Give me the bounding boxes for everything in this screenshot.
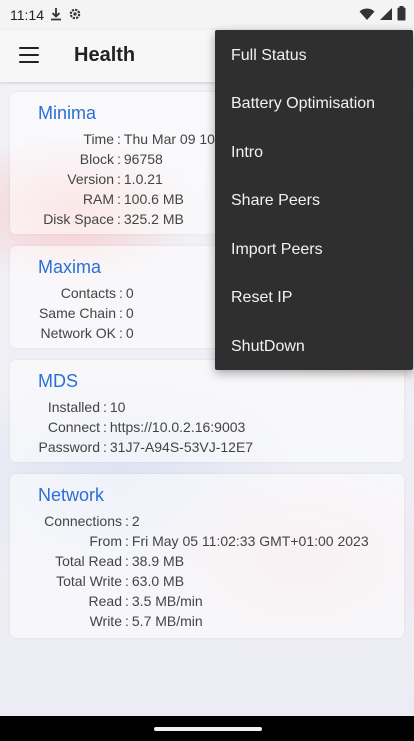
menu-item-import-peers[interactable]: Import Peers <box>231 232 407 268</box>
minima-ram-row: RAM:100.6 MB <box>10 191 184 207</box>
network-connections-row: Connections:2 <box>10 513 140 529</box>
mds-password-value: 31J7-A94S-53VJ-12E7 <box>109 439 254 455</box>
minima-block-value: 96758 <box>123 151 163 167</box>
network-read-key: Read <box>88 593 122 609</box>
menu-icon[interactable] <box>19 47 39 63</box>
minima-ram-value: 100.6 MB <box>123 191 184 207</box>
minima-version-value: 1.0.21 <box>123 171 163 187</box>
maxima-card-title: Maxima <box>38 257 102 277</box>
minima-time-row: Time: Thu Mar 09 10:4 <box>10 131 227 147</box>
menu-item-share-peers[interactable]: Share Peers <box>231 183 407 219</box>
battery-icon <box>397 6 406 24</box>
mds-connect-link[interactable]: https://10.0.2.16:9003 <box>110 419 245 435</box>
menu-item-intro[interactable]: Intro <box>231 135 407 171</box>
network-connections-key: Connections <box>44 513 122 529</box>
menu-item-battery-optimisation[interactable]: Battery Optimisation <box>231 86 407 122</box>
maxima-samechain-key: Same Chain <box>38 305 116 321</box>
network-from-key: From <box>89 533 122 549</box>
minima-ram-key: RAM <box>82 191 114 207</box>
mds-password-key: Password <box>38 439 100 455</box>
navigation-bar <box>0 716 414 741</box>
network-totalwrite-value: 63.0 MB <box>131 573 185 589</box>
mds-installed-key: Installed <box>47 399 100 415</box>
maxima-samechain-value: 0 <box>125 305 134 321</box>
minima-disk-key: Disk Space <box>43 211 114 227</box>
mds-password-row: Password:31J7-A94S-53VJ-12E7 <box>10 439 254 455</box>
status-bar: 11:14 <box>0 0 414 30</box>
mds-connect-row: Connect: https://10.0.2.16:9003 <box>10 419 246 435</box>
minima-time-key: Time <box>83 131 114 147</box>
signal-icon <box>379 7 393 24</box>
network-read-row: Read:3.5 MB/min <box>10 593 203 609</box>
minima-version-row: Version:1.0.21 <box>10 171 163 187</box>
network-write-key: Write <box>89 613 122 629</box>
network-totalwrite-key: Total Write <box>56 573 122 589</box>
menu-item-reset-ip[interactable]: Reset IP <box>231 280 407 316</box>
network-write-row: Write:5.7 MB/min <box>10 613 203 629</box>
network-card-title: Network <box>38 485 105 505</box>
minima-card-title: Minima <box>38 103 97 123</box>
maxima-samechain-row: Same Chain:0 <box>10 305 134 321</box>
mds-connect-key: Connect <box>47 419 100 435</box>
mds-installed-row: Installed:10 <box>10 399 126 415</box>
network-totalread-value: 38.9 MB <box>131 553 185 569</box>
menu-item-shutdown[interactable]: ShutDown <box>231 329 407 365</box>
network-from-value: Fri May 05 11:02:33 GMT+01:00 2023 <box>131 533 369 549</box>
home-gesture-handle[interactable] <box>154 727 262 731</box>
overflow-menu: Full Status Battery Optimisation Intro S… <box>215 30 413 370</box>
minima-disk-value: 325.2 MB <box>123 211 184 227</box>
status-time: 11:14 <box>10 7 44 23</box>
maxima-contacts-key: Contacts <box>60 285 116 301</box>
minima-time-value: Thu Mar 09 10:4 <box>123 131 227 147</box>
maxima-networkok-value: 0 <box>125 325 134 341</box>
maxima-contacts-value: 0 <box>125 285 134 301</box>
network-totalread-row: Total Read:38.9 MB <box>10 553 184 569</box>
network-from-row: From: Fri May 05 11:02:33 GMT+01:00 2023 <box>10 533 369 549</box>
network-read-value: 3.5 MB/min <box>131 593 203 609</box>
menu-item-full-status[interactable]: Full Status <box>231 38 407 74</box>
settings-icon <box>68 7 82 24</box>
network-totalread-key: Total Read <box>55 553 122 569</box>
network-write-value: 5.7 MB/min <box>131 613 203 629</box>
maxima-networkok-row: Network OK:0 <box>10 325 134 341</box>
network-totalwrite-row: Total Write:63.0 MB <box>10 573 184 589</box>
mds-card-title: MDS <box>38 371 78 391</box>
download-icon <box>50 7 62 24</box>
page-title: Health <box>74 44 136 66</box>
minima-block-key: Block <box>79 151 114 167</box>
network-card: Network Connections:2 From: Fri May 05 11… <box>10 474 404 638</box>
minima-version-key: Version <box>67 171 114 187</box>
wifi-icon <box>359 7 375 24</box>
minima-disk-row: Disk Space:325.2 MB <box>10 211 184 227</box>
minima-block-row: Block:96758 <box>10 151 163 167</box>
mds-card: MDS Installed:10 Connect: https://10.0.2.… <box>10 360 404 462</box>
mds-installed-value: 10 <box>109 399 126 415</box>
maxima-networkok-key: Network OK <box>40 325 116 341</box>
network-connections-value: 2 <box>131 513 140 529</box>
maxima-contacts-row: Contacts:0 <box>10 285 134 301</box>
